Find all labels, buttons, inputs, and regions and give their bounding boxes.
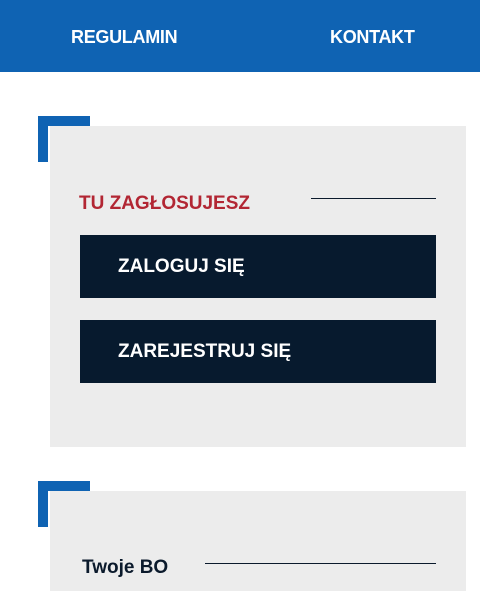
your-bo-panel-corner-accent-vertical bbox=[38, 481, 48, 527]
nav-link-kontakt[interactable]: KONTAKT bbox=[330, 27, 415, 48]
your-bo-title-rule bbox=[205, 563, 436, 564]
login-button[interactable]: ZALOGUJ SIĘ bbox=[80, 235, 436, 298]
register-button[interactable]: ZAREJESTRUJ SIĘ bbox=[80, 320, 436, 383]
your-bo-title: Twoje BO bbox=[82, 556, 169, 578]
top-navigation-bar: REGULAMIN KONTAKT bbox=[0, 0, 480, 72]
nav-link-regulamin[interactable]: REGULAMIN bbox=[71, 27, 178, 48]
vote-panel-title-rule bbox=[311, 198, 436, 199]
vote-panel-title: TU ZAGŁOSUJESZ bbox=[79, 192, 251, 214]
vote-panel-corner-accent-vertical bbox=[38, 116, 48, 162]
